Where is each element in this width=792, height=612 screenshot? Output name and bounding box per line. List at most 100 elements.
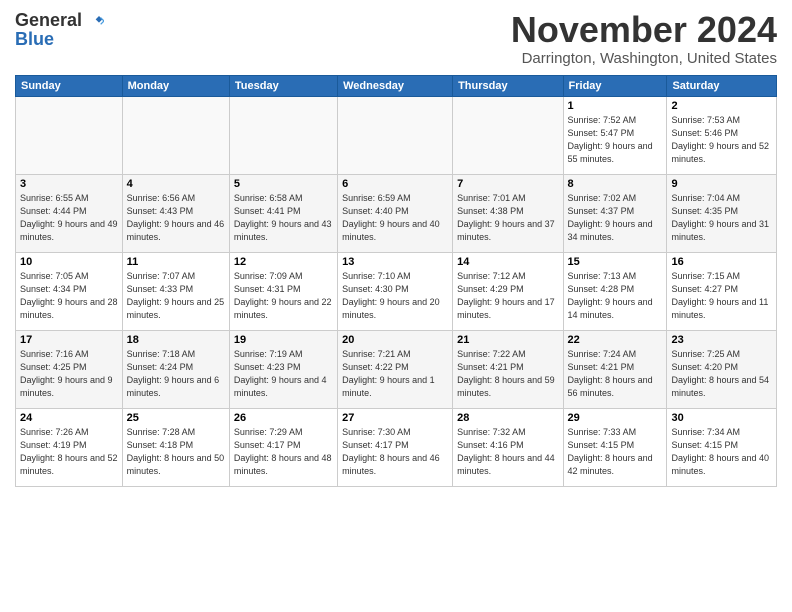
calendar-week-row: 17 Sunrise: 7:16 AMSunset: 4:25 PMDaylig… — [16, 330, 777, 408]
day-number: 2 — [671, 100, 772, 112]
header-wednesday: Wednesday — [338, 75, 453, 96]
day-number: 27 — [342, 412, 448, 424]
calendar-cell: 24 Sunrise: 7:26 AMSunset: 4:19 PMDaylig… — [16, 408, 123, 486]
day-detail: Sunrise: 7:05 AMSunset: 4:34 PMDaylight:… — [20, 270, 118, 322]
day-number: 29 — [568, 412, 663, 424]
day-number: 3 — [20, 178, 118, 190]
day-number: 21 — [457, 334, 558, 346]
day-number: 13 — [342, 256, 448, 268]
calendar-cell: 20 Sunrise: 7:21 AMSunset: 4:22 PMDaylig… — [338, 330, 453, 408]
header-thursday: Thursday — [453, 75, 563, 96]
logo-general-text: General — [15, 10, 82, 31]
day-detail: Sunrise: 7:15 AMSunset: 4:27 PMDaylight:… — [671, 270, 772, 322]
day-number: 26 — [234, 412, 333, 424]
day-detail: Sunrise: 7:19 AMSunset: 4:23 PMDaylight:… — [234, 348, 333, 400]
title-section: November 2024 Darrington, Washington, Un… — [511, 10, 777, 67]
calendar-cell — [16, 96, 123, 174]
day-detail: Sunrise: 7:28 AMSunset: 4:18 PMDaylight:… — [127, 426, 225, 478]
calendar-cell — [229, 96, 337, 174]
day-detail: Sunrise: 7:34 AMSunset: 4:15 PMDaylight:… — [671, 426, 772, 478]
day-detail: Sunrise: 7:26 AMSunset: 4:19 PMDaylight:… — [20, 426, 118, 478]
day-number: 23 — [671, 334, 772, 346]
header: General Blue November 2024 Darrington, W… — [15, 10, 777, 67]
header-tuesday: Tuesday — [229, 75, 337, 96]
calendar-cell — [122, 96, 229, 174]
day-number: 8 — [568, 178, 663, 190]
day-number: 6 — [342, 178, 448, 190]
day-number: 12 — [234, 256, 333, 268]
day-detail: Sunrise: 7:01 AMSunset: 4:38 PMDaylight:… — [457, 192, 558, 244]
calendar-cell — [453, 96, 563, 174]
day-number: 15 — [568, 256, 663, 268]
day-number: 20 — [342, 334, 448, 346]
calendar-cell: 7 Sunrise: 7:01 AMSunset: 4:38 PMDayligh… — [453, 174, 563, 252]
calendar-cell: 19 Sunrise: 7:19 AMSunset: 4:23 PMDaylig… — [229, 330, 337, 408]
day-detail: Sunrise: 7:25 AMSunset: 4:20 PMDaylight:… — [671, 348, 772, 400]
calendar-cell: 3 Sunrise: 6:55 AMSunset: 4:44 PMDayligh… — [16, 174, 123, 252]
day-detail: Sunrise: 7:18 AMSunset: 4:24 PMDaylight:… — [127, 348, 225, 400]
day-detail: Sunrise: 7:04 AMSunset: 4:35 PMDaylight:… — [671, 192, 772, 244]
logo: General Blue — [15, 10, 104, 50]
calendar-cell: 16 Sunrise: 7:15 AMSunset: 4:27 PMDaylig… — [667, 252, 777, 330]
day-number: 9 — [671, 178, 772, 190]
page: General Blue November 2024 Darrington, W… — [0, 0, 792, 612]
calendar-cell: 2 Sunrise: 7:53 AMSunset: 5:46 PMDayligh… — [667, 96, 777, 174]
day-detail: Sunrise: 7:52 AMSunset: 5:47 PMDaylight:… — [568, 114, 663, 166]
calendar-cell: 15 Sunrise: 7:13 AMSunset: 4:28 PMDaylig… — [563, 252, 667, 330]
logo-text: General — [15, 10, 104, 31]
day-number: 1 — [568, 100, 663, 112]
calendar-week-row: 1 Sunrise: 7:52 AMSunset: 5:47 PMDayligh… — [16, 96, 777, 174]
day-detail: Sunrise: 6:59 AMSunset: 4:40 PMDaylight:… — [342, 192, 448, 244]
day-detail: Sunrise: 6:55 AMSunset: 4:44 PMDaylight:… — [20, 192, 118, 244]
day-number: 22 — [568, 334, 663, 346]
day-number: 4 — [127, 178, 225, 190]
calendar-header-row: Sunday Monday Tuesday Wednesday Thursday… — [16, 75, 777, 96]
calendar-cell: 1 Sunrise: 7:52 AMSunset: 5:47 PMDayligh… — [563, 96, 667, 174]
calendar-cell: 6 Sunrise: 6:59 AMSunset: 4:40 PMDayligh… — [338, 174, 453, 252]
calendar-cell: 8 Sunrise: 7:02 AMSunset: 4:37 PMDayligh… — [563, 174, 667, 252]
day-detail: Sunrise: 7:09 AMSunset: 4:31 PMDaylight:… — [234, 270, 333, 322]
calendar-cell: 27 Sunrise: 7:30 AMSunset: 4:17 PMDaylig… — [338, 408, 453, 486]
day-detail: Sunrise: 7:10 AMSunset: 4:30 PMDaylight:… — [342, 270, 448, 322]
calendar-cell: 22 Sunrise: 7:24 AMSunset: 4:21 PMDaylig… — [563, 330, 667, 408]
calendar-cell: 12 Sunrise: 7:09 AMSunset: 4:31 PMDaylig… — [229, 252, 337, 330]
day-detail: Sunrise: 7:13 AMSunset: 4:28 PMDaylight:… — [568, 270, 663, 322]
day-number: 14 — [457, 256, 558, 268]
day-number: 18 — [127, 334, 225, 346]
day-detail: Sunrise: 7:12 AMSunset: 4:29 PMDaylight:… — [457, 270, 558, 322]
logo-blue-text: Blue — [15, 29, 54, 49]
day-number: 28 — [457, 412, 558, 424]
header-sunday: Sunday — [16, 75, 123, 96]
header-monday: Monday — [122, 75, 229, 96]
calendar-week-row: 24 Sunrise: 7:26 AMSunset: 4:19 PMDaylig… — [16, 408, 777, 486]
day-detail: Sunrise: 7:30 AMSunset: 4:17 PMDaylight:… — [342, 426, 448, 478]
day-number: 24 — [20, 412, 118, 424]
day-number: 11 — [127, 256, 225, 268]
calendar-week-row: 3 Sunrise: 6:55 AMSunset: 4:44 PMDayligh… — [16, 174, 777, 252]
calendar-cell: 23 Sunrise: 7:25 AMSunset: 4:20 PMDaylig… — [667, 330, 777, 408]
calendar-cell: 9 Sunrise: 7:04 AMSunset: 4:35 PMDayligh… — [667, 174, 777, 252]
month-title: November 2024 — [511, 10, 777, 50]
day-detail: Sunrise: 7:16 AMSunset: 4:25 PMDaylight:… — [20, 348, 118, 400]
calendar-week-row: 10 Sunrise: 7:05 AMSunset: 4:34 PMDaylig… — [16, 252, 777, 330]
calendar-cell: 14 Sunrise: 7:12 AMSunset: 4:29 PMDaylig… — [453, 252, 563, 330]
day-detail: Sunrise: 7:22 AMSunset: 4:21 PMDaylight:… — [457, 348, 558, 400]
day-number: 17 — [20, 334, 118, 346]
day-detail: Sunrise: 7:33 AMSunset: 4:15 PMDaylight:… — [568, 426, 663, 478]
calendar-cell: 13 Sunrise: 7:10 AMSunset: 4:30 PMDaylig… — [338, 252, 453, 330]
location: Darrington, Washington, United States — [511, 50, 777, 67]
calendar-cell: 29 Sunrise: 7:33 AMSunset: 4:15 PMDaylig… — [563, 408, 667, 486]
calendar-cell: 30 Sunrise: 7:34 AMSunset: 4:15 PMDaylig… — [667, 408, 777, 486]
day-detail: Sunrise: 7:02 AMSunset: 4:37 PMDaylight:… — [568, 192, 663, 244]
calendar-cell: 28 Sunrise: 7:32 AMSunset: 4:16 PMDaylig… — [453, 408, 563, 486]
day-detail: Sunrise: 7:53 AMSunset: 5:46 PMDaylight:… — [671, 114, 772, 166]
header-friday: Friday — [563, 75, 667, 96]
calendar-cell: 10 Sunrise: 7:05 AMSunset: 4:34 PMDaylig… — [16, 252, 123, 330]
day-number: 10 — [20, 256, 118, 268]
day-detail: Sunrise: 6:58 AMSunset: 4:41 PMDaylight:… — [234, 192, 333, 244]
day-detail: Sunrise: 6:56 AMSunset: 4:43 PMDaylight:… — [127, 192, 225, 244]
calendar-cell: 18 Sunrise: 7:18 AMSunset: 4:24 PMDaylig… — [122, 330, 229, 408]
calendar-cell: 21 Sunrise: 7:22 AMSunset: 4:21 PMDaylig… — [453, 330, 563, 408]
calendar-cell: 11 Sunrise: 7:07 AMSunset: 4:33 PMDaylig… — [122, 252, 229, 330]
day-detail: Sunrise: 7:21 AMSunset: 4:22 PMDaylight:… — [342, 348, 448, 400]
